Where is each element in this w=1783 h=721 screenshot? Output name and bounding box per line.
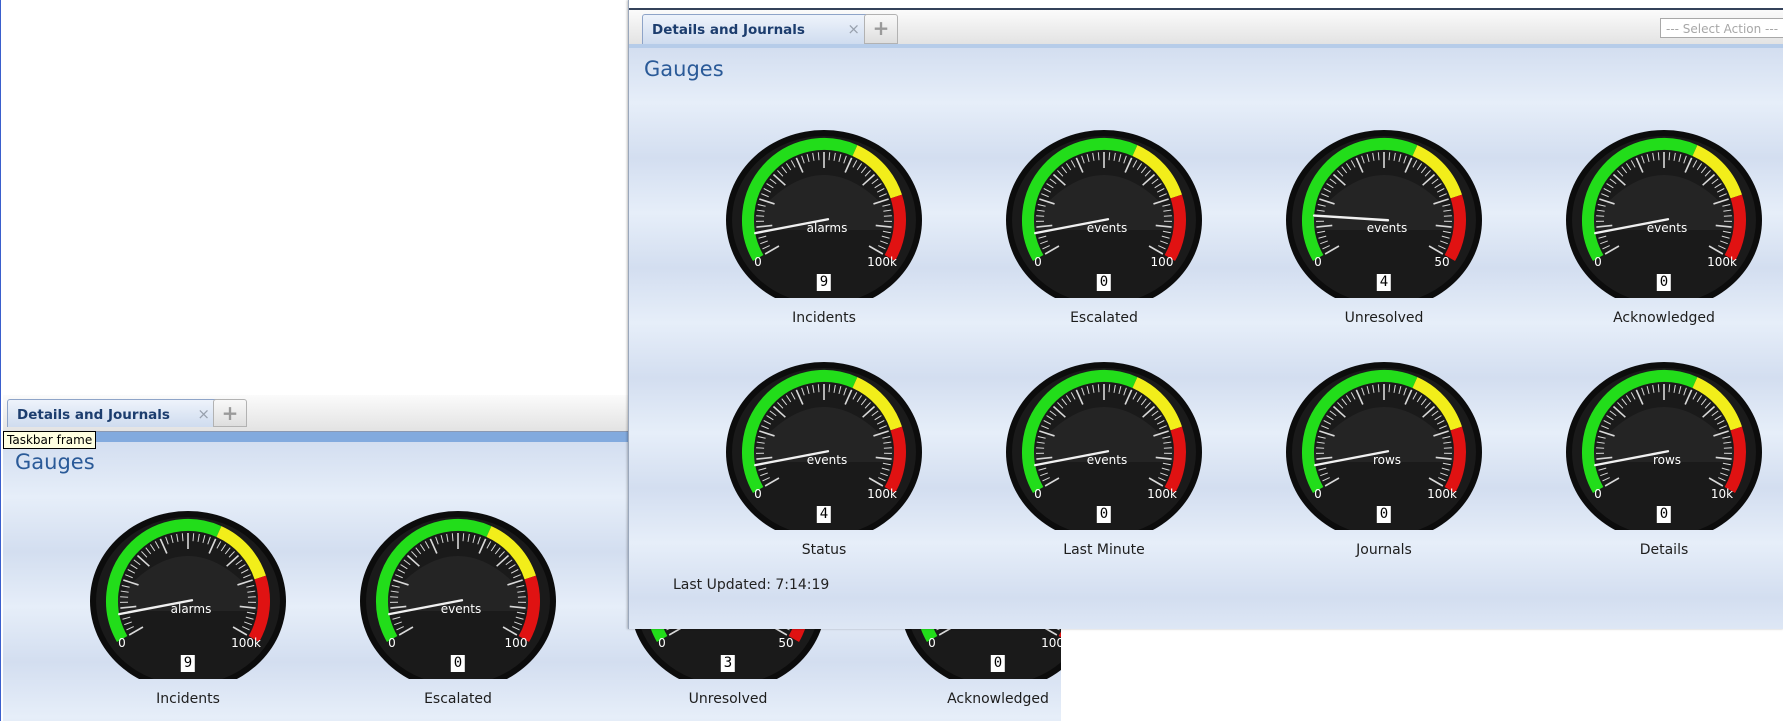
gauge-value: 0 xyxy=(1656,506,1672,523)
gauge-dial: alarms0 100k xyxy=(726,130,922,298)
gauge-value: 0 xyxy=(990,655,1006,672)
gauge-max-label: 100k xyxy=(1041,636,1061,650)
gauge-label: Status xyxy=(801,542,847,558)
gauge-value: 9 xyxy=(816,274,832,291)
gauge-label: Last Minute xyxy=(1063,542,1145,558)
gauge-min-label: 0 xyxy=(754,255,762,269)
gauge-dial: events0100k xyxy=(1566,130,1762,298)
gauge-label: Incidents xyxy=(156,691,220,707)
gauge-label: Incidents xyxy=(792,310,856,326)
gauges-content: Gauges alarms 0 100k 9 Incidents events 0 100 0 E… xyxy=(629,48,1783,629)
gauge-dial: rows 0 100k xyxy=(1286,362,1482,530)
gauge-last-minute: events 0 100k 0 Last Minute xyxy=(1004,360,1204,565)
gauge-incidents: alarms 0 100k 9 Incidents xyxy=(88,509,288,714)
gauge-unit: rows xyxy=(1373,453,1401,467)
gauge-escalated: events 0 100 0 Escalated xyxy=(1004,128,1204,333)
gauge-label: Unresolved xyxy=(1344,310,1424,326)
gauge-value: 0 xyxy=(1096,506,1112,523)
tab-details-and-journals[interactable]: Details and Journals × xyxy=(642,14,869,44)
gauge-max-label: 100k xyxy=(1707,255,1737,269)
page-title: Gauges xyxy=(644,57,724,81)
gauge-min-label: 0 xyxy=(658,636,666,650)
gauge-unit: rows xyxy=(1653,453,1681,467)
gauge-max-label: 10k xyxy=(1711,487,1733,501)
gauge-min-label: 0 xyxy=(1594,487,1602,501)
gauge-status: events 0 100k 4 Status xyxy=(724,360,924,565)
gauge-unresolved: events 0 50 4 Unresolved xyxy=(1284,128,1484,333)
tab-details-and-journals[interactable]: Details and Journals × xyxy=(7,399,219,427)
gauge-min-label: 0 xyxy=(1314,255,1322,269)
last-updated-text: Last Updated: 7:14:19 xyxy=(673,577,830,593)
gauge-min-label: 0 xyxy=(1594,255,1602,269)
gauge-dial: events0100k xyxy=(1006,362,1202,530)
gauge-acknowledged: events0100k0Acknowledged xyxy=(1564,128,1764,333)
gauge-details: rows 0 10k 0 Details xyxy=(1564,360,1764,565)
gauge-label: Escalated xyxy=(424,691,492,707)
close-icon[interactable]: × xyxy=(197,405,210,423)
gauge-label: Unresolved xyxy=(688,691,768,707)
gauge-label: Acknowledged xyxy=(947,691,1049,707)
gauge-max-label: 100k xyxy=(1427,487,1457,501)
gauge-max-label: 100k xyxy=(1147,487,1177,501)
gauge-min-label: 0 xyxy=(388,636,396,650)
gauge-dial: events0 100 xyxy=(360,511,556,679)
gauge-max-label: 50 xyxy=(778,636,793,650)
gauge-min-label: 0 xyxy=(118,636,126,650)
close-icon[interactable]: × xyxy=(847,20,860,38)
window-left-edge xyxy=(0,0,1,721)
gauge-max-label: 100k xyxy=(867,487,897,501)
gauge-dial: events0100k xyxy=(726,362,922,530)
gauge-label: Journals xyxy=(1356,542,1412,558)
select-action-dropdown[interactable]: --- Select Action --- xyxy=(1660,18,1783,38)
tab-label: Details and Journals xyxy=(652,22,805,38)
gauge-journals: rows 0 100k 0 Journals xyxy=(1284,360,1484,565)
gauge-value: 0 xyxy=(1096,274,1112,291)
gauge-min-label: 0 xyxy=(1314,487,1322,501)
gauge-incidents: alarms 0 100k 9 Incidents xyxy=(724,128,924,333)
gauge-max-label: 100k xyxy=(867,255,897,269)
gauge-max-label: 100 xyxy=(505,636,528,650)
gauge-max-label: 50 xyxy=(1434,255,1449,269)
gauge-unit: events xyxy=(1367,221,1407,235)
gauge-dial: alarms0 100k xyxy=(90,511,286,679)
gauge-value: 0 xyxy=(1656,274,1672,291)
gauge-dial: events 0 50 xyxy=(1286,130,1482,298)
gauge-label: Acknowledged xyxy=(1613,310,1715,326)
gauge-max-label: 100 xyxy=(1151,255,1174,269)
gauge-value: 4 xyxy=(816,506,832,523)
gauge-value: 4 xyxy=(1376,274,1392,291)
taskbar-frame-tooltip: Taskbar frame xyxy=(3,431,97,449)
gauge-label: Escalated xyxy=(1070,310,1138,326)
gauge-min-label: 0 xyxy=(928,636,936,650)
gauge-escalated: events 0 100 0 Escalated xyxy=(358,509,558,714)
gauge-dial: rows 0 10k xyxy=(1566,362,1762,530)
gauge-max-label: 100k xyxy=(231,636,261,650)
add-tab-button[interactable]: + xyxy=(213,399,247,427)
gauge-value: 0 xyxy=(1376,506,1392,523)
gauge-value: 0 xyxy=(450,655,466,672)
gauge-min-label: 0 xyxy=(1034,255,1042,269)
add-tab-button[interactable]: + xyxy=(864,14,898,44)
gauge-min-label: 0 xyxy=(1034,487,1042,501)
gauge-dial: events0 100 xyxy=(1006,130,1202,298)
gauges-panel-front: Details and Journals × + --- Select Acti… xyxy=(628,0,1783,629)
gauge-label: Details xyxy=(1639,542,1689,558)
tab-strip: Details and Journals × + --- Select Acti… xyxy=(629,8,1783,45)
gauge-value: 9 xyxy=(180,655,196,672)
tab-label: Details and Journals xyxy=(17,407,170,423)
page-title: Gauges xyxy=(15,450,95,474)
gauge-min-label: 0 xyxy=(754,487,762,501)
gauge-value: 3 xyxy=(720,655,736,672)
